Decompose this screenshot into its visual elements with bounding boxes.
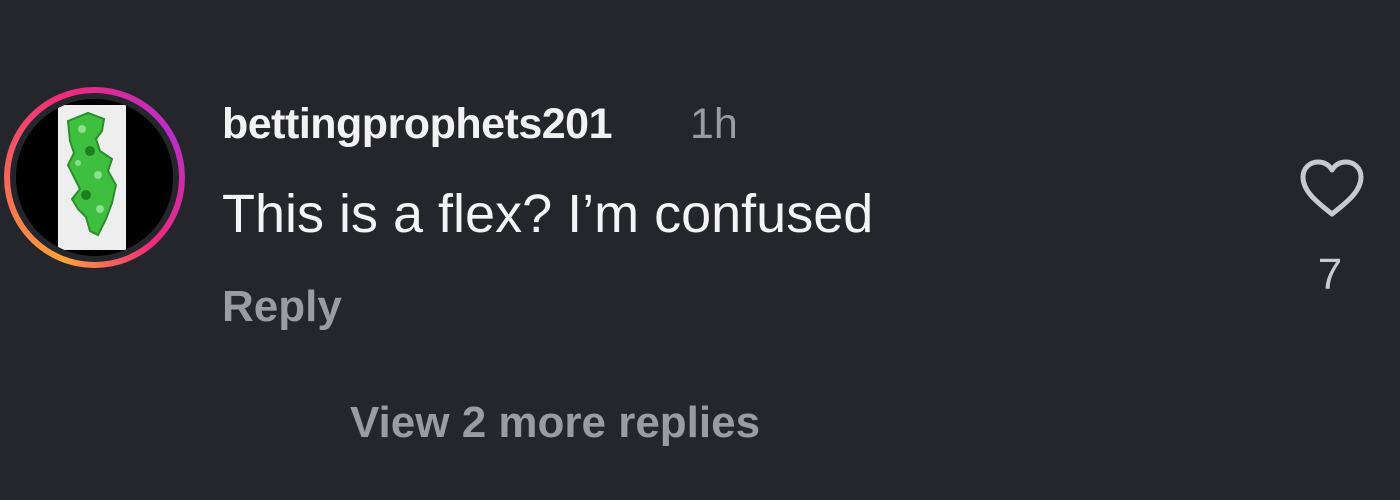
like-button[interactable] <box>1298 158 1366 220</box>
like-count: 7 <box>1317 250 1343 299</box>
new-jersey-map-icon <box>16 99 173 256</box>
reply-button[interactable]: Reply <box>222 282 342 332</box>
comment-text: This is a flex? I’m confused <box>222 184 874 244</box>
heart-outline-icon <box>1300 159 1364 217</box>
comment-item: bettingprophets201 1h This is a flex? I’… <box>0 0 1400 500</box>
comment-timestamp: 1h <box>690 100 738 148</box>
username-link[interactable]: bettingprophets201 <box>222 100 613 149</box>
view-more-replies-button[interactable]: View 2 more replies <box>350 398 760 448</box>
avatar-story-ring[interactable] <box>4 87 185 268</box>
avatar <box>16 99 173 256</box>
